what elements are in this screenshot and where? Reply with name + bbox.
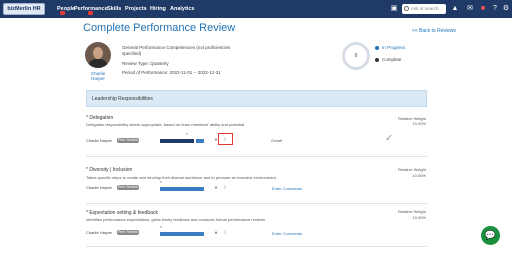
competency-description: Takes specific steps to create and devel… [86,175,277,180]
comment-text[interactable]: Great! [271,138,282,143]
legend-complete-swatch [375,58,379,62]
relative-weight-value: 10.00% [412,173,426,178]
nav-hiring[interactable]: Hiring [150,5,166,13]
alert-icon[interactable]: ■ [479,5,487,13]
employee-name[interactable]: Charlie Harper [88,71,108,81]
nav-analytics[interactable]: Analytics [170,5,194,13]
chat-bubble-icon[interactable]: 💬 [481,226,500,245]
row-divider [86,246,427,247]
nav-performance-indicator-icon [88,11,93,15]
rating-slider-fill [160,187,204,191]
competency-description: Identifies performance expectations, giv… [86,217,267,222]
page-title: Complete Performance Review [83,22,236,34]
competency-title: * Diversity | Inclusion [86,167,133,173]
top-navigation-bar: bizMerlin HR People Performance Skills P… [0,0,512,18]
rating-slider[interactable] [160,187,212,191]
attachment-icon[interactable]: ⌇ [222,230,228,236]
avatar [85,42,111,68]
avatar-body [88,59,108,68]
comment-icon[interactable]: ● [213,230,219,236]
competency-title: * Expectation setting & feedback [86,210,158,216]
relative-weight-label: Relative Weight [398,167,426,172]
rating-slider-handle[interactable] [196,139,204,143]
highlight-box [218,133,233,145]
enter-comments-link[interactable]: Enter Comments [272,186,302,191]
legend-in-progress-swatch [375,46,379,50]
back-to-reviews-link[interactable]: << Back to Reviews [412,28,456,34]
settings-icon[interactable]: ⚙ [502,5,510,13]
review-period: Period of Performance: 2022-11-01 -- 202… [122,70,221,75]
reviewer-name: Charlie Harper [86,230,113,235]
attachment-icon[interactable]: ⌇ [222,185,228,191]
enter-comments-link[interactable]: Enter Comments [272,231,302,236]
graduation-icon[interactable]: ▲ [451,5,459,13]
global-search-input[interactable]: Ask or search [402,4,446,14]
mail-icon[interactable]: ✉ [466,5,474,13]
rating-slider[interactable] [160,139,212,143]
peer-review-badge: Peer Review [117,185,139,190]
row-divider [86,203,427,204]
peer-review-badge: Peer Review [117,138,139,143]
comment-icon[interactable]: ● [213,185,219,191]
search-icon [404,6,409,11]
rating-scale-max: 5 [160,180,162,184]
rating-slider-fill [160,232,204,236]
nav-skills[interactable]: Skills [107,5,121,13]
progress-count: 6 [354,53,358,59]
legend-in-progress: In Progress [382,45,406,50]
search-placeholder: Ask or search [411,6,439,11]
legend-complete: Complete [382,57,402,62]
rating-scale-max: 5 [160,225,162,229]
competency-title: * Delegation [86,115,114,121]
nav-projects[interactable]: Projects [125,5,147,13]
app-logo[interactable]: bizMerlin HR [3,3,45,15]
review-type: Review Type: Quarterly [122,61,169,66]
nav-people-indicator-icon [60,11,65,15]
section-title: Leadership Responsibilities [92,96,153,102]
rating-slider[interactable] [160,232,212,236]
rating-scale-max: 5 [186,132,188,136]
calendar-icon[interactable]: ▣ [390,5,398,13]
relative-weight-value: 10.00% [412,121,426,126]
relative-weight-value: 10.00% [412,215,426,220]
competency-description: Delegates responsibility where appropria… [86,122,246,127]
peer-review-badge: Peer Review [117,230,139,235]
reviewer-name: Charlie Harper [86,185,113,190]
help-icon[interactable]: ? [491,5,499,13]
row-divider [86,156,427,157]
review-template: General Performance Competencies (not pr… [122,45,231,56]
checkmark-icon: ✓ [385,133,394,144]
rating-slider-fill [160,139,194,143]
reviewer-name: Charlie Harper [86,138,113,143]
relative-weight-label: Relative Weight [398,209,426,214]
avatar-face [93,47,103,59]
